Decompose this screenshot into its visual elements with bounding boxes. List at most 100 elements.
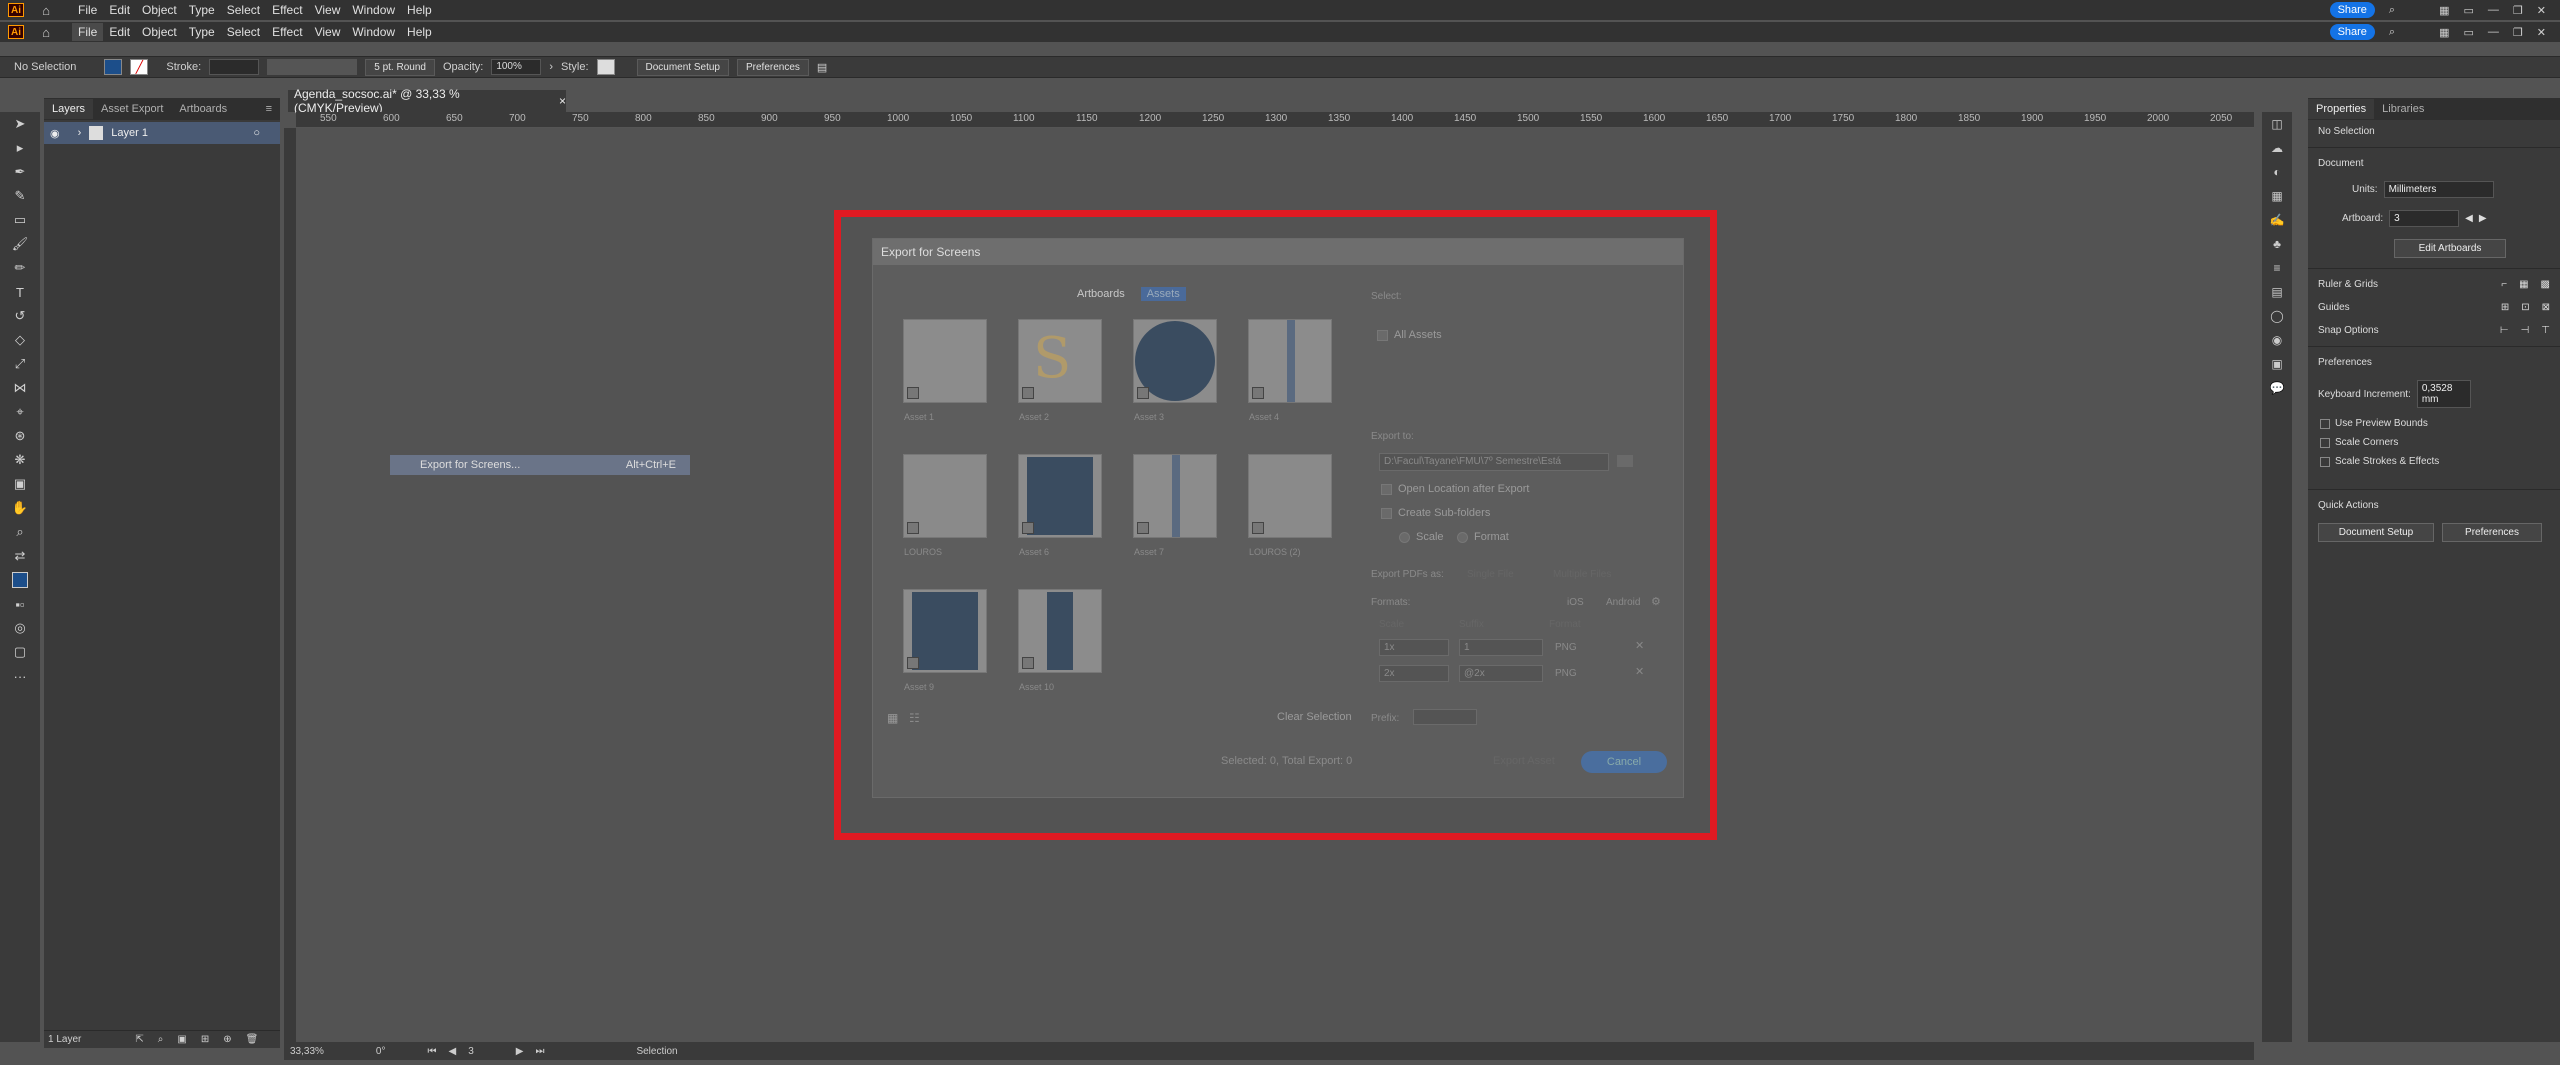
menu-effect[interactable]: Effect [266,23,308,41]
workspace-icon[interactable]: ▦ [2439,26,2449,39]
fill-swatch[interactable] [104,59,123,75]
arrange-icon[interactable]: ▭ [2464,4,2474,17]
menu-file[interactable]: File [72,23,104,41]
artboard-number[interactable]: 3 [468,1046,474,1057]
checkbox-box[interactable] [2320,418,2330,429]
fill-stroke-icon[interactable] [0,568,40,592]
color-panel-icon[interactable]: ◐ [2262,160,2292,184]
artboard-tool-icon[interactable]: ▣ [0,472,40,496]
arrange-icon[interactable]: ▭ [2464,26,2474,39]
brushes-panel-icon[interactable]: ✍ [2262,208,2292,232]
artboard-dropdown[interactable]: 3 [2389,210,2460,227]
rotation-value[interactable]: 0° [376,1046,386,1057]
snap-pixel-icon[interactable]: ⊣ [2521,325,2530,336]
eraser-tool-icon[interactable]: ◇ [0,328,40,352]
share-button[interactable]: Share [2329,2,2375,18]
document-setup-button[interactable]: Document Setup [2318,523,2434,542]
close-icon[interactable]: ✕ [2537,4,2546,17]
tab-libraries[interactable]: Libraries [2374,99,2432,119]
new-layer-icon[interactable]: ⊕ [223,1034,231,1045]
stroke-weight-field[interactable] [209,59,260,75]
edit-artboards-button[interactable]: Edit Artboards [2394,239,2506,258]
snap-glyph-icon[interactable]: ⊤ [2541,325,2550,336]
restore-icon[interactable]: ❐ [2513,4,2523,17]
tab-layers[interactable]: Layers [44,99,94,119]
pencil-tool-icon[interactable]: ✏ [0,256,40,280]
next-artboard-icon[interactable]: ▶ [2479,213,2487,224]
layer-row[interactable]: ◉ › Layer 1 ○ [44,122,280,144]
export-for-screens-menu-item[interactable]: Export for Screens... Alt+Ctrl+E [390,455,690,475]
rotate-tool-icon[interactable]: ↺ [0,304,40,328]
scale-corners-checkbox[interactable]: Scale Corners [2308,433,2560,452]
document-setup-button[interactable]: Document Setup [636,58,729,76]
menu-type[interactable]: Type [183,23,221,41]
color-mode-icon[interactable]: ▪▫ [0,592,40,616]
screen-mode-icon[interactable]: ▢ [0,640,40,664]
locate-object-icon[interactable]: ⌕ [158,1034,164,1045]
tab-artboards[interactable]: Artboards [171,99,235,119]
close-tab-icon[interactable]: × [559,94,566,108]
rectangle-tool-icon[interactable]: ▭ [0,208,40,232]
libraries-panel-icon[interactable]: ☁ [2262,136,2292,160]
swap-fill-stroke-icon[interactable]: ⇄ [0,544,40,568]
draw-mode-icon[interactable]: ◎ [0,616,40,640]
restore-icon[interactable]: ❐ [2513,26,2523,39]
menu-edit[interactable]: Edit [103,1,136,19]
export-icon[interactable]: ⇱ [135,1034,143,1045]
pen-tool-icon[interactable]: ✒ [0,160,40,184]
tab-asset-export[interactable]: Asset Export [93,99,171,119]
style-swatch[interactable] [596,59,615,75]
selection-tool-icon[interactable]: ➤ [0,112,40,136]
menu-edit[interactable]: Edit [103,23,136,41]
home-icon[interactable]: ⌂ [38,3,54,18]
preferences-button[interactable]: Preferences [737,58,809,76]
zoom-tool-icon[interactable]: ⌕ [0,520,40,544]
grid-icon[interactable]: ▦ [2519,279,2528,290]
delete-layer-icon[interactable]: 🗑 [246,1034,259,1045]
minimize-icon[interactable]: — [2488,26,2499,38]
expand-chevron-icon[interactable]: › [78,127,82,139]
chevron-right-icon[interactable]: › [549,61,553,73]
menu-view[interactable]: View [309,23,347,41]
appearance-panel-icon[interactable]: ◉ [2262,328,2292,352]
stroke-swatch[interactable]: ╱ [130,59,149,75]
curvature-tool-icon[interactable]: ✎ [0,184,40,208]
comments-panel-icon[interactable]: 💬 [2262,376,2292,400]
direct-selection-tool-icon[interactable]: ▸ [0,136,40,160]
gradient-panel-icon[interactable]: ▤ [2262,280,2292,304]
show-guides-icon[interactable]: ⊞ [2501,302,2509,313]
last-artboard-icon[interactable]: ⏭ [535,1046,544,1057]
snap-point-icon[interactable]: ⊢ [2500,325,2509,336]
use-preview-bounds-checkbox[interactable]: Use Preview Bounds [2308,414,2560,433]
layer-target-icon[interactable]: ○ [253,127,260,139]
clipping-mask-icon[interactable]: ▣ [177,1034,186,1045]
swatches-panel-icon[interactable]: ▦ [2262,184,2292,208]
prev-artboard-icon[interactable]: ◀ [2465,213,2473,224]
scale-strokes-checkbox[interactable]: Scale Strokes & Effects [2308,452,2560,471]
brush-dropdown[interactable]: 5 pt. Round [365,58,435,76]
tab-properties[interactable]: Properties [2308,99,2375,119]
visibility-eye-icon[interactable]: ◉ [50,127,60,140]
ruler-icon[interactable]: ⌐ [2501,279,2507,290]
menu-type[interactable]: Type [183,1,221,19]
smart-guides-icon[interactable]: ⊠ [2542,302,2550,313]
stroke-panel-icon[interactable]: ≡ [2262,256,2292,280]
hand-tool-icon[interactable]: ✋ [0,496,40,520]
transparency-grid-icon[interactable]: ▩ [2541,279,2550,290]
next-artboard-icon[interactable]: ▶ [516,1046,524,1057]
workspace-icon[interactable]: ▦ [2439,4,2449,17]
preferences-button[interactable]: Preferences [2442,523,2542,542]
menu-window[interactable]: Window [346,23,401,41]
units-dropdown[interactable]: Millimeters [2383,181,2494,198]
arrange-documents-icon[interactable]: ▤ [817,61,827,74]
menu-help[interactable]: Help [401,23,438,41]
layer-name[interactable]: Layer 1 [111,127,148,139]
share-button[interactable]: Share [2329,24,2375,40]
opacity-field[interactable]: 100% [491,59,542,75]
minimize-icon[interactable]: — [2488,4,2499,16]
menu-file[interactable]: File [72,1,103,19]
blend-tool-icon[interactable]: ⊛ [0,424,40,448]
variable-width-field[interactable] [267,59,358,75]
menu-select[interactable]: Select [221,1,266,19]
transparency-panel-icon[interactable]: ◯ [2262,304,2292,328]
